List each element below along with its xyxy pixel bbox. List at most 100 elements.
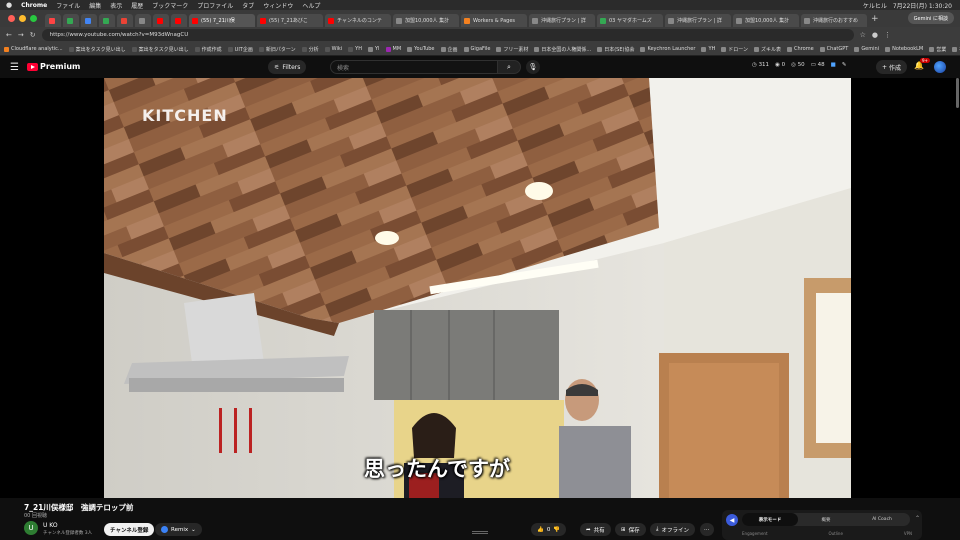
search-input[interactable]: 検索	[330, 60, 498, 74]
youtube-logo[interactable]: Premium	[27, 62, 80, 71]
stat-zero[interactable]: ◉ 0	[775, 62, 785, 68]
account-avatar[interactable]	[934, 61, 946, 73]
tools-icon[interactable]: ✎	[842, 62, 847, 68]
menu-item[interactable]: プロファイル	[197, 1, 233, 10]
bookmark-item[interactable]: UIT企画	[227, 46, 253, 53]
bookmark-item[interactable]: 案出をタスク見い出し	[68, 46, 126, 53]
chevron-up-icon[interactable]: ⌃	[915, 515, 920, 522]
drag-handle[interactable]	[472, 531, 488, 534]
zoom-window-button[interactable]	[30, 15, 37, 22]
bookmark-item[interactable]: YI	[368, 46, 380, 52]
panel-toggle-icon[interactable]: ◀	[726, 514, 738, 526]
bookmark-item[interactable]: ChatGPT	[819, 46, 848, 52]
gemini-button[interactable]: Gemini に相談	[907, 12, 954, 24]
browser-tab[interactable]: (55) 7_21あびこ	[257, 14, 323, 27]
close-window-button[interactable]	[8, 15, 15, 22]
browser-tab[interactable]	[99, 14, 115, 27]
bookmark-item[interactable]: フリー素材	[496, 46, 528, 53]
browser-tab[interactable]: 03 ヤマダホームズ	[597, 14, 663, 27]
search-button[interactable]: ⌕	[497, 60, 521, 74]
filters-button[interactable]: ⚟ Filters	[268, 60, 307, 74]
share-button[interactable]: ➦ 共有	[580, 523, 611, 536]
video-player[interactable]: KITCHEN 思ったんですが	[0, 78, 960, 498]
menu-item[interactable]: ヘルプ	[302, 1, 320, 10]
reload-icon[interactable]: ↻	[30, 31, 36, 39]
bookmark-star-icon[interactable]: ☆	[860, 31, 866, 39]
bookmark-item[interactable]: 分析	[301, 46, 319, 53]
channel-name[interactable]: U KO	[43, 522, 58, 529]
profile-icon[interactable]: ●	[872, 31, 878, 39]
page-scrollbar[interactable]	[956, 78, 959, 108]
browser-tab[interactable]	[117, 14, 133, 27]
bookmark-item[interactable]: 日本(SE)協会	[597, 46, 634, 53]
bookmark-item[interactable]: YH	[348, 46, 362, 52]
menu-item[interactable]: 表示	[110, 1, 122, 10]
browser-tab[interactable]: 沖縄旅行のおすすめ	[801, 14, 867, 27]
bookmark-item[interactable]: 補助金	[952, 46, 960, 53]
bookmark-item[interactable]: Chrome	[787, 46, 814, 52]
bookmark-item[interactable]: ドローン	[721, 46, 748, 53]
voice-search-button[interactable]: 🎙	[526, 60, 540, 74]
browser-tab[interactable]: チャンネルのコンテ	[325, 14, 391, 27]
bookmark-item[interactable]: GigaFile	[463, 46, 490, 52]
tab-active[interactable]: (55) 7_21川俣	[189, 14, 255, 27]
browser-tab[interactable]: 沖縄旅行プラン | 詳	[665, 14, 731, 27]
extension-icon[interactable]: ■	[831, 62, 836, 68]
segment-option[interactable]: AI Coach	[854, 513, 910, 526]
bookmark-item[interactable]: Cloudflare analytic...	[4, 46, 63, 52]
bookmark-item[interactable]: ズキル表	[754, 46, 781, 53]
menu-item[interactable]: 履歴	[131, 1, 143, 10]
menu-item[interactable]: ブックマーク	[152, 1, 188, 10]
bookmark-item[interactable]: 営業	[929, 46, 946, 53]
segment-option[interactable]: 概要	[798, 513, 854, 526]
bookmark-item[interactable]: Wiki	[324, 46, 342, 52]
bookmark-item[interactable]: NotebookLM	[885, 46, 923, 52]
bookmark-item[interactable]: Gemini	[854, 46, 879, 52]
menu-item[interactable]: ウィンドウ	[263, 1, 293, 10]
apple-icon[interactable]: ●	[6, 1, 12, 9]
browser-tab[interactable]: 沖縄旅行プラン | 詳	[529, 14, 595, 27]
segment-option[interactable]: 表示モード	[742, 513, 798, 526]
browser-tab[interactable]: Workers & Pages	[461, 14, 527, 27]
menu-item[interactable]: タブ	[242, 1, 254, 10]
browser-tab[interactable]	[45, 14, 61, 27]
channel-avatar[interactable]: U	[24, 521, 38, 535]
offline-button[interactable]: ⤓ オフライン	[650, 523, 695, 536]
more-actions-button[interactable]: ⋯	[700, 523, 714, 536]
video-frame[interactable]: KITCHEN 思ったんですが	[104, 78, 851, 498]
menubar-clock[interactable]: 7月22日(月) 1:30:20	[893, 1, 952, 10]
menu-dots-icon[interactable]: ⋮	[884, 31, 891, 39]
bookmark-item[interactable]: 作成作成	[194, 46, 222, 53]
app-name[interactable]: Chrome	[21, 2, 47, 9]
browser-tab[interactable]	[135, 14, 151, 27]
forward-icon[interactable]: →	[18, 31, 24, 39]
bookmark-item[interactable]: YouTube	[407, 46, 435, 52]
bookmark-item[interactable]: 日本全国の人権関係...	[534, 46, 591, 53]
browser-tab[interactable]: 加盟10,000人 集計	[393, 14, 459, 27]
bookmark-item[interactable]: YH	[701, 46, 715, 52]
browser-tab[interactable]: 加盟10,000人 集計	[733, 14, 799, 27]
menu-item[interactable]: ファイル	[56, 1, 80, 10]
stat-clock[interactable]: ◷ 311	[752, 62, 769, 68]
back-icon[interactable]: ←	[6, 31, 12, 39]
bookmark-item[interactable]: Keychron Launcher	[640, 46, 695, 52]
menu-item[interactable]: 編集	[89, 1, 101, 10]
bookmark-item[interactable]: MM	[385, 46, 401, 52]
browser-tab[interactable]	[63, 14, 79, 27]
bookmark-item[interactable]: 新旧パターン	[258, 46, 296, 53]
browser-tab[interactable]	[81, 14, 97, 27]
subscribe-button[interactable]: チャンネル登録	[104, 523, 155, 536]
save-button[interactable]: ⊞ 保存	[615, 523, 646, 536]
bookmark-item[interactable]: 企画	[440, 46, 458, 53]
minimize-window-button[interactable]	[19, 15, 26, 22]
browser-tab[interactable]	[171, 14, 187, 27]
address-bar[interactable]: https://www.youtube.com/watch?v=M93dWnag…	[41, 29, 854, 41]
bookmark-item[interactable]: 案出をタスク見い出し	[131, 46, 189, 53]
create-button[interactable]: + 作成	[876, 60, 907, 74]
menubar-user[interactable]: ケルヒル	[863, 1, 887, 10]
remix-button[interactable]: Remix ⌄	[155, 523, 202, 536]
new-tab-button[interactable]: +	[871, 14, 879, 24]
stat-eye[interactable]: ◎ 50	[791, 62, 805, 68]
stat-comment[interactable]: ▭ 48	[811, 62, 825, 68]
like-dislike-button[interactable]: 👍 0 👎	[531, 523, 567, 536]
